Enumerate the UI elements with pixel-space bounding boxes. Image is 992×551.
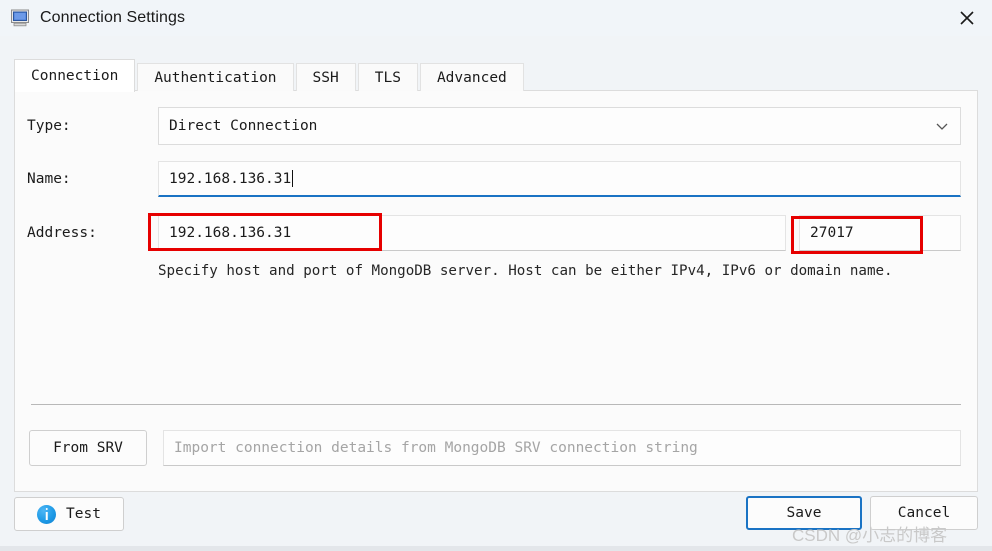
connection-settings-dialog: Connection Settings Connection Authentic… <box>0 0 992 551</box>
test-button-label: Test <box>66 506 101 522</box>
address-row: Address: 192.168.136.31 : 27017 <box>27 215 961 251</box>
srv-row: From SRV Import connection details from … <box>29 430 961 466</box>
address-label: Address: <box>27 225 97 241</box>
name-row: Name: 192.168.136.31 <box>27 161 961 197</box>
tab-authentication[interactable]: Authentication <box>137 63 294 91</box>
tab-tls[interactable]: TLS <box>357 63 418 91</box>
section-divider <box>31 404 961 405</box>
type-select-value: Direct Connection <box>169 118 318 134</box>
chevron-down-icon <box>934 118 950 134</box>
host-input[interactable]: 192.168.136.31 <box>158 215 786 251</box>
tab-authentication-label: Authentication <box>154 70 277 86</box>
info-icon <box>37 504 57 524</box>
host-input-value: 192.168.136.31 <box>169 225 292 241</box>
tab-advanced[interactable]: Advanced <box>419 63 524 91</box>
tab-advanced-label: Advanced <box>436 70 507 86</box>
srv-input-placeholder: Import connection details from MongoDB S… <box>174 440 698 456</box>
window-title: Connection Settings <box>40 9 186 26</box>
close-icon[interactable] <box>942 0 992 36</box>
text-caret <box>292 170 294 187</box>
cancel-button-label: Cancel <box>897 505 951 521</box>
tab-tls-label: TLS <box>374 70 401 86</box>
save-button[interactable]: Save <box>746 496 862 530</box>
from-srv-button-label: From SRV <box>53 440 123 456</box>
port-input[interactable]: 27017 <box>799 215 961 251</box>
address-help-text: Specify host and port of MongoDB server.… <box>158 263 893 279</box>
port-input-value: 27017 <box>810 225 854 241</box>
test-button[interactable]: Test <box>14 497 124 531</box>
name-input[interactable]: 192.168.136.31 <box>158 161 961 197</box>
type-label: Type: <box>27 118 71 134</box>
from-srv-button[interactable]: From SRV <box>29 430 147 466</box>
tab-bar: Connection Authentication SSH TLS Advanc… <box>14 59 978 92</box>
name-input-value: 192.168.136.31 <box>169 170 292 187</box>
title-bar: Connection Settings <box>0 0 992 36</box>
tab-connection[interactable]: Connection <box>14 59 136 92</box>
cancel-button[interactable]: Cancel <box>870 496 978 530</box>
tab-connection-label: Connection <box>31 68 119 84</box>
type-row: Type: Direct Connection <box>27 107 961 145</box>
connection-tab-panel: Type: Direct Connection Name: 192.168.13… <box>14 90 978 492</box>
type-select[interactable]: Direct Connection <box>158 107 961 145</box>
save-button-label: Save <box>786 505 822 521</box>
window-bottom-edge <box>0 546 992 551</box>
monitor-icon <box>10 8 30 28</box>
srv-connection-string-input[interactable]: Import connection details from MongoDB S… <box>163 430 961 466</box>
tab-ssh-label: SSH <box>312 70 339 86</box>
tab-ssh[interactable]: SSH <box>295 63 356 91</box>
name-label: Name: <box>27 171 71 187</box>
address-separator: : <box>788 225 797 241</box>
